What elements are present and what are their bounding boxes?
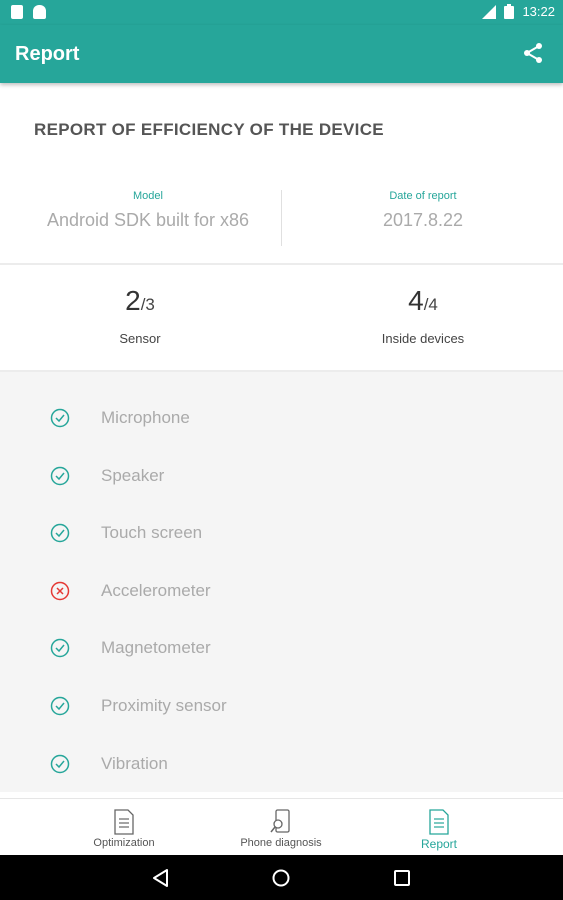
sensor-label: Sensor [119, 331, 161, 346]
error-circle-icon [50, 581, 70, 601]
list-item: Touch screen [0, 513, 563, 553]
check-circle-icon [50, 638, 70, 658]
sd-card-icon [11, 5, 23, 19]
inside-count: 4 [408, 285, 424, 316]
list-item: Accelerometer [0, 571, 563, 611]
nav-label: Optimization [93, 837, 155, 849]
inside-total: /4 [423, 295, 438, 314]
notification-icons [11, 5, 46, 19]
date-label: Date of report [389, 190, 457, 202]
signal-icon [482, 4, 497, 19]
item-label: Microphone [101, 408, 190, 427]
sensor-count: 2 [125, 285, 141, 316]
document-icon [429, 809, 449, 835]
info-divider [281, 190, 282, 246]
nav-optimization[interactable]: Optimization [64, 809, 184, 849]
item-label: Accelerometer [101, 581, 211, 600]
sensor-stat: 2/3 Sensor [0, 285, 280, 346]
phone-search-icon [270, 809, 290, 833]
divider [0, 263, 563, 265]
battery-icon [504, 4, 515, 19]
model-info: Model Android SDK built for x86 [8, 190, 288, 231]
back-icon[interactable] [150, 867, 172, 889]
item-label: Magnetometer [101, 638, 211, 657]
system-nav-bar [0, 855, 563, 900]
document-icon [114, 809, 134, 835]
list-item: Microphone [0, 398, 563, 438]
app-bar: Report [0, 25, 563, 83]
nav-report[interactable]: Report [379, 809, 499, 851]
check-circle-icon [50, 466, 70, 486]
nav-label: Report [420, 837, 458, 851]
list-item: Magnetometer [0, 628, 563, 668]
status-bar: 13:22 [0, 0, 563, 25]
nav-phone-diagnosis[interactable]: Phone diagnosis [221, 809, 341, 849]
list-item: Speaker [0, 456, 563, 496]
model-value: Android SDK built for x86 [46, 210, 250, 230]
item-label: Touch screen [101, 523, 203, 542]
sensor-total: /3 [140, 295, 155, 314]
recents-icon[interactable] [391, 867, 413, 889]
item-label: Vibration [101, 754, 168, 773]
check-circle-icon [50, 754, 70, 774]
item-label: Proximity sensor [101, 696, 227, 715]
android-icon [33, 5, 46, 19]
system-status: 13:22 [480, 4, 555, 19]
item-label: Speaker [101, 466, 165, 485]
share-icon[interactable] [521, 41, 545, 65]
report-heading: REPORT OF EFFICIENCY OF THE DEVICE [34, 120, 384, 139]
list-item: Vibration [0, 744, 563, 784]
inside-devices-stat: 4/4 Inside devices [283, 285, 563, 346]
home-icon[interactable] [270, 867, 292, 889]
check-circle-icon [50, 523, 70, 543]
model-label: Model [133, 190, 163, 202]
check-circle-icon [50, 696, 70, 716]
inside-label: Inside devices [381, 331, 465, 346]
nav-label: Phone diagnosis [240, 837, 322, 849]
check-circle-icon [50, 408, 70, 428]
clock: 13:22 [522, 4, 555, 19]
page-title: Report [15, 43, 80, 65]
list-item: Proximity sensor [0, 686, 563, 726]
date-value: 2017.8.22 [382, 210, 464, 230]
date-info: Date of report 2017.8.22 [283, 190, 563, 231]
bottom-nav: Optimization Phone diagnosis Report [0, 798, 563, 855]
check-list: Microphone Speaker Touch screen Accelero… [0, 372, 563, 792]
